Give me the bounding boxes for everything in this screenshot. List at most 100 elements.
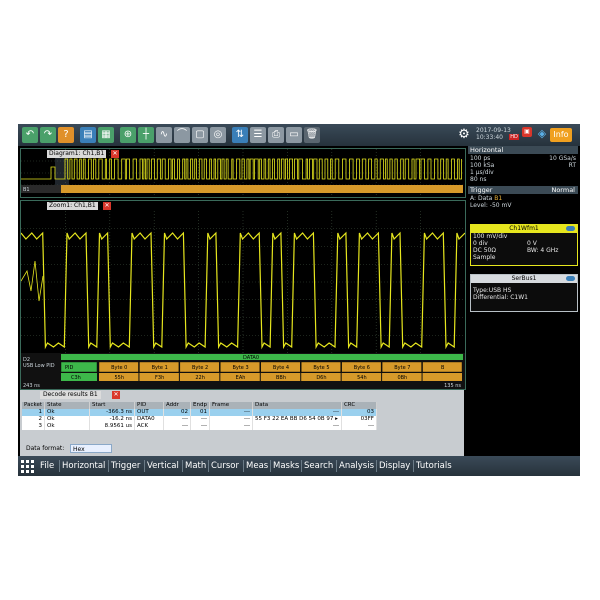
col-addr[interactable]: Addr	[163, 402, 191, 409]
bus-pid-label: USB Low PID	[23, 363, 55, 369]
time-left-label: 243 ns	[23, 383, 40, 389]
ch1-waveform-box[interactable]: Ch1Wfm1 100 mV/div 0 div 0 V DC 50Ω BW: 4 …	[470, 224, 578, 266]
ch1-trace-noise	[21, 260, 44, 302]
byte-value: EAh	[236, 375, 246, 381]
sample-rate-text: 10 GSa/s	[549, 155, 576, 162]
redo-icon[interactable]: ↷	[40, 127, 56, 143]
menu-math[interactable]: Math	[185, 456, 206, 476]
byte-value: 22h	[195, 375, 205, 381]
endp-cell: ---	[190, 416, 210, 423]
menu-analysis[interactable]: Analysis	[339, 456, 374, 476]
decode-header-row: Packet State Start PID Addr Endp Frame D…	[22, 402, 377, 409]
frame-cell: ---	[209, 409, 253, 416]
menu-separator	[243, 460, 244, 472]
record-length-text: 100 kSa	[470, 162, 495, 169]
network-icon[interactable]: ◈	[536, 127, 548, 141]
diagram-overview[interactable]: B1 Diagram1: Ch1,B1 ✕	[20, 148, 466, 198]
cursor-icon[interactable]: ┼	[138, 127, 154, 143]
decode-close-icon[interactable]: ✕	[112, 391, 120, 399]
packet-cell: 3	[22, 423, 45, 430]
pid-cell: OUT	[134, 409, 164, 416]
ch1-title: Ch1Wfm1	[509, 225, 539, 232]
ch1-line-4: Sample	[471, 254, 577, 261]
trigger-source-label: A:	[470, 195, 477, 202]
menu-file[interactable]: File	[40, 456, 54, 476]
trigger-level-label: Level:	[470, 202, 488, 209]
trigger-bus-text: B1	[494, 195, 503, 202]
mask-icon[interactable]: ▢	[192, 127, 208, 143]
autoset-icon[interactable]: ⇅	[232, 127, 248, 143]
ch1-toggle-icon[interactable]	[566, 226, 575, 231]
ch1-bandwidth: BW: 4 GHz	[527, 247, 559, 254]
col-data[interactable]: Data	[252, 402, 342, 409]
menu-search[interactable]: Search	[304, 456, 333, 476]
run-icon[interactable]: ☰	[250, 127, 266, 143]
zoom-close-icon[interactable]: ✕	[103, 202, 111, 210]
zoom-diagram[interactable]: DATA0 USB Low PID PID C3h Byte 0 55h Byte 1 F3h…	[20, 200, 466, 390]
serbus-box[interactable]: SerBus1 Type:USB HS Differential: C1W1	[470, 274, 578, 312]
date-text: 2017-09-13	[476, 127, 511, 134]
packet-cell: 2	[22, 416, 45, 423]
info-button[interactable]: Info	[550, 128, 572, 142]
byte-name: Byte 5	[313, 365, 329, 371]
overview-trace	[21, 158, 462, 180]
diagram-label: Diagram1: Ch1,B1	[47, 150, 107, 158]
zoom-icon[interactable]: ⊕	[120, 127, 136, 143]
gear-icon[interactable]: ⚙	[456, 127, 472, 143]
byte-name: Byte 4	[273, 365, 289, 371]
horizontal-header[interactable]: Horizontal	[468, 146, 578, 154]
menu-masks[interactable]: Masks	[273, 456, 299, 476]
table-row[interactable]: 1 Ok -366.3 ns OUT 02 01 --- --- 03	[22, 409, 377, 416]
decode-table: Packet State Start PID Addr Endp Frame D…	[22, 402, 377, 430]
byte-value: 55h	[114, 375, 124, 381]
menu-trigger[interactable]: Trigger	[111, 456, 140, 476]
col-frame[interactable]: Frame	[209, 402, 253, 409]
search-icon[interactable]: ◎	[210, 127, 226, 143]
oscilloscope-screen: ↶ ↷ ? ▤ ▦ ⊕ ┼ ∿ ⌒ ▢ ◎ ⇅ ☰ ⎙ ▭ 🗑 ⚙ 2017-0…	[18, 124, 580, 476]
menu-separator	[270, 460, 271, 472]
trigger-title: Trigger	[470, 186, 493, 194]
col-endp[interactable]: Endp	[190, 402, 210, 409]
byte-name: Byte 7	[394, 365, 410, 371]
wave-icon[interactable]: ∿	[156, 127, 172, 143]
diagram-close-icon[interactable]: ✕	[111, 150, 119, 158]
table-row[interactable]: 3 Ok 8.9561 us ACK --- --- --- --- ---	[22, 423, 377, 430]
data-format-select[interactable]: Hex	[70, 444, 112, 453]
menu-tutorials[interactable]: Tutorials	[416, 456, 452, 476]
ch1-position: 0 div	[473, 240, 488, 247]
undo-icon[interactable]: ↶	[22, 127, 38, 143]
data-cell: 55 F3 22 EA BB D6 54 0B 97 ▸	[252, 416, 342, 423]
menu-meas[interactable]: Meas	[246, 456, 268, 476]
delete-icon[interactable]: 🗑	[304, 127, 320, 143]
col-pid[interactable]: PID	[134, 402, 164, 409]
crc-cell: 03	[341, 409, 377, 416]
ch1-title-bar: Ch1Wfm1	[471, 225, 577, 233]
record-icon[interactable]: ▣	[522, 127, 532, 137]
byte-value-block	[422, 373, 462, 381]
col-packet[interactable]: Packet	[22, 402, 45, 409]
frame-cell: ---	[209, 423, 253, 430]
print2-icon[interactable]: ▭	[286, 127, 302, 143]
apps-grid-icon[interactable]	[21, 460, 34, 473]
zoom-channel-label: D2	[23, 357, 30, 363]
save-icon[interactable]: ▦	[98, 127, 114, 143]
col-state[interactable]: State	[44, 402, 90, 409]
menu-vertical[interactable]: Vertical	[147, 456, 179, 476]
folder-icon[interactable]: ▤	[80, 127, 96, 143]
hd-badge: HD	[509, 134, 519, 140]
menu-horizontal[interactable]: Horizontal	[62, 456, 105, 476]
trigger-header[interactable]: Trigger Normal	[468, 186, 578, 194]
pid-block-text: PID	[65, 365, 73, 371]
bus-header-band	[61, 354, 463, 360]
measure-icon[interactable]: ⌒	[174, 127, 190, 143]
menu-cursor[interactable]: Cursor	[211, 456, 239, 476]
print-icon[interactable]: ⎙	[268, 127, 284, 143]
serbus-toggle-icon[interactable]	[566, 276, 575, 281]
col-crc[interactable]: CRC	[341, 402, 377, 409]
table-row[interactable]: 2 Ok -16.2 ns DATA0 --- --- --- 55 F3 22…	[22, 416, 377, 423]
ch1-line-3: DC 50Ω BW: 4 GHz	[471, 247, 577, 254]
col-start[interactable]: Start	[89, 402, 135, 409]
horizontal-row-3: 1 μs/div	[470, 169, 576, 176]
help-icon[interactable]: ?	[58, 127, 74, 143]
menu-display[interactable]: Display	[379, 456, 410, 476]
